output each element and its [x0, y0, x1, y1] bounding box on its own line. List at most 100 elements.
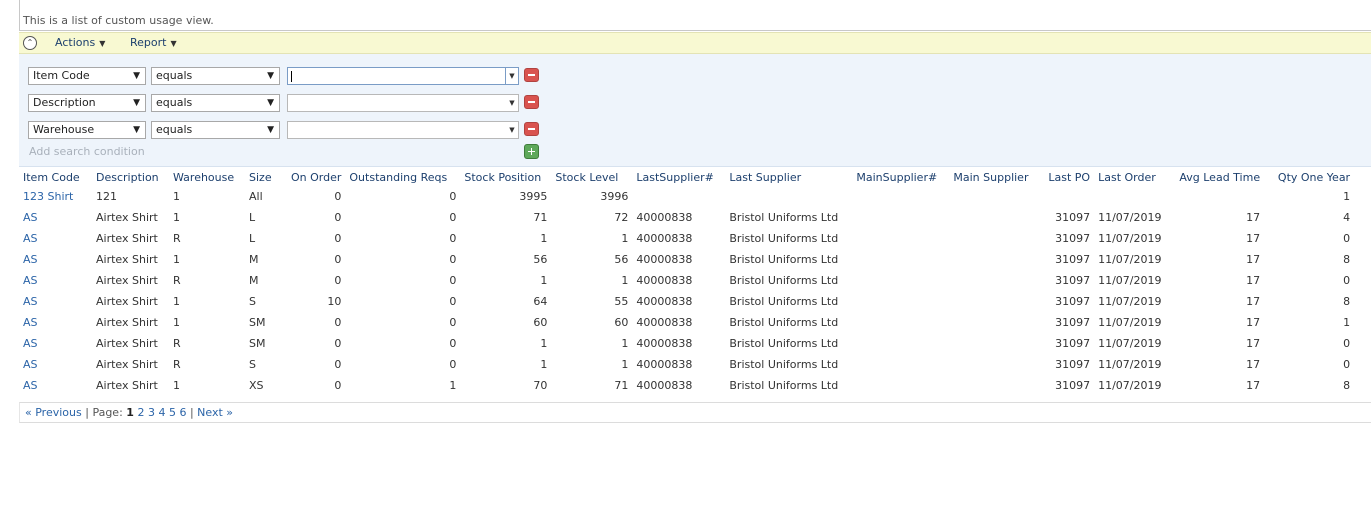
filter-value-combo[interactable]: ▼ — [287, 67, 519, 85]
column-header-stock-level[interactable]: Stock Level — [551, 168, 632, 186]
cell-stock-position: 1 — [540, 337, 548, 350]
page-link[interactable]: 2 — [137, 406, 144, 419]
collapse-icon[interactable]: ⌃ — [23, 36, 37, 50]
cell-stock-level: 1 — [621, 337, 629, 350]
item-code-link[interactable]: AS — [23, 211, 38, 224]
dropdown-arrow-icon[interactable]: ▼ — [506, 122, 518, 138]
add-condition-button[interactable] — [524, 144, 539, 159]
cell-outstanding-reqs: 1 — [449, 379, 457, 392]
column-header-size[interactable]: Size — [245, 168, 287, 186]
next-page-link[interactable]: Next » — [197, 406, 233, 419]
cell-stock-level: 3996 — [600, 190, 629, 203]
remove-condition-button[interactable] — [524, 95, 539, 109]
item-code-link[interactable]: 123 Shirt — [23, 190, 73, 203]
actions-menu[interactable]: Actions ▼ — [55, 36, 105, 49]
pager-separator: | — [189, 406, 194, 419]
cell-on-order: 10 — [327, 295, 342, 308]
cell-warehouse: 1 — [173, 316, 180, 329]
table-row[interactable]: AS Airtex Shirt R S 0 0 1 1 40000838 Bristol Unif… — [19, 354, 1354, 375]
page-link[interactable]: 3 — [148, 406, 155, 419]
column-header-main-supplier-number[interactable]: MainSupplier# — [852, 168, 949, 186]
table-row[interactable]: AS Airtex Shirt 1 L 0 0 71 72 40000838 Bristol Un… — [19, 207, 1354, 228]
filter-operator-select[interactable]: equals ▼ — [151, 67, 280, 85]
table-row[interactable]: AS Airtex Shirt 1 M 0 0 56 56 40000838 Bristol Un… — [19, 249, 1354, 270]
cell-main-supplier-number — [852, 312, 949, 333]
column-header-item-code[interactable]: Item Code — [19, 168, 92, 186]
cell-last-order: 11/07/2019 — [1098, 358, 1162, 371]
cell-last-order: 11/07/2019 — [1098, 295, 1162, 308]
column-header-qty-one-year[interactable]: Qty One Year — [1264, 168, 1354, 186]
table-row[interactable]: 123 Shirt 121 1 All 0 0 3995 3996 1 — [19, 186, 1354, 207]
previous-page-link[interactable]: « Previous — [25, 406, 82, 419]
item-code-link[interactable]: AS — [23, 232, 38, 245]
column-header-last-supplier-number[interactable]: LastSupplier# — [632, 168, 725, 186]
cell-item-code: 123 Shirt — [19, 186, 92, 207]
filter-value-combo[interactable]: ▼ — [287, 94, 519, 112]
filter-operator-select[interactable]: equals ▼ — [151, 121, 280, 139]
filter-field-select[interactable]: Warehouse ▼ — [28, 121, 146, 139]
page-link[interactable]: 5 — [169, 406, 176, 419]
table-row[interactable]: AS Airtex Shirt 1 S 10 0 64 55 40000838 Bristol U… — [19, 291, 1354, 312]
cell-on-order: 0 — [334, 232, 342, 245]
column-header-last-order[interactable]: Last Order — [1094, 168, 1168, 186]
item-code-link[interactable]: AS — [23, 358, 38, 371]
cell-warehouse: R — [173, 274, 181, 287]
pager-separator: | — [85, 406, 89, 419]
item-code-link[interactable]: AS — [23, 379, 38, 392]
cell-qty-one-year: 1 — [1343, 190, 1351, 203]
column-header-last-supplier[interactable]: Last Supplier — [725, 168, 852, 186]
cell-description: Airtex Shirt — [96, 211, 158, 224]
cell-stock-position: 70 — [533, 379, 548, 392]
cell-avg-lead-time: 17 — [1246, 358, 1261, 371]
cell-size: All — [249, 190, 263, 203]
cell-last-order: 11/07/2019 — [1098, 337, 1162, 350]
cell-last-supplier-number: 40000838 — [636, 211, 693, 224]
filter-field-select[interactable]: Item Code ▼ — [28, 67, 146, 85]
table-row[interactable]: AS Airtex Shirt R SM 0 0 1 1 40000838 Bristol Uni… — [19, 333, 1354, 354]
add-search-condition-link[interactable]: Add search condition — [29, 145, 145, 158]
column-header-main-supplier[interactable]: Main Supplier — [949, 168, 1044, 186]
table-row[interactable]: AS Airtex Shirt R M 0 0 1 1 40000838 Bristol Unif… — [19, 270, 1354, 291]
cell-description: Airtex Shirt — [96, 295, 158, 308]
table-row[interactable]: AS Airtex Shirt 1 XS 0 1 70 71 40000838 Bristol U… — [19, 375, 1354, 396]
cell-last-supplier: Bristol Uniforms Ltd — [729, 316, 839, 329]
dropdown-arrow-icon[interactable]: ▼ — [506, 95, 518, 111]
cell-stock-position: 71 — [533, 211, 548, 224]
filter-operator-select[interactable]: equals ▼ — [151, 94, 280, 112]
cell-stock-level: 1 — [621, 232, 629, 245]
item-code-link[interactable]: AS — [23, 337, 38, 350]
column-header-stock-position[interactable]: Stock Position — [460, 168, 551, 186]
report-menu[interactable]: Report ▼ — [130, 36, 177, 49]
column-header-avg-lead-time[interactable]: Avg Lead Time — [1168, 168, 1264, 186]
cell-warehouse: 1 — [173, 295, 180, 308]
item-code-link[interactable]: AS — [23, 295, 38, 308]
column-header-outstanding-reqs[interactable]: Outstanding Reqs — [345, 168, 460, 186]
remove-condition-button[interactable] — [524, 68, 539, 82]
cell-qty-one-year: 0 — [1343, 232, 1351, 245]
cell-size: XS — [249, 379, 264, 392]
column-header-description[interactable]: Description — [92, 168, 169, 186]
filter-field-select[interactable]: Description ▼ — [28, 94, 146, 112]
item-code-link[interactable]: AS — [23, 316, 38, 329]
cell-description: Airtex Shirt — [96, 232, 158, 245]
column-header-on-order[interactable]: On Order — [287, 168, 345, 186]
item-code-link[interactable]: AS — [23, 253, 38, 266]
table-row[interactable]: AS Airtex Shirt 1 SM 0 0 60 60 40000838 Bristol U… — [19, 312, 1354, 333]
table-row[interactable]: AS Airtex Shirt R L 0 0 1 1 40000838 Bristol Unif… — [19, 228, 1354, 249]
filter-value-combo[interactable]: ▼ — [287, 121, 519, 139]
search-conditions-panel: Item Code ▼ equals ▼ ▼ Description ▼ equals… — [19, 54, 1371, 167]
page-label: Page: — [92, 406, 123, 419]
page-link[interactable]: 4 — [158, 406, 165, 419]
cell-main-supplier — [949, 186, 1044, 207]
dropdown-arrow-icon[interactable]: ▼ — [505, 68, 518, 84]
item-code-link[interactable]: AS — [23, 274, 38, 287]
dropdown-arrow-icon: ▼ — [133, 125, 140, 135]
cell-qty-one-year: 1 — [1343, 316, 1351, 329]
page-link[interactable]: 6 — [179, 406, 186, 419]
cell-main-supplier — [949, 291, 1044, 312]
column-header-last-po[interactable]: Last PO — [1044, 168, 1094, 186]
cell-description: Airtex Shirt — [96, 316, 158, 329]
remove-condition-button[interactable] — [524, 122, 539, 136]
dropdown-arrow-icon: ▼ — [133, 71, 140, 81]
column-header-warehouse[interactable]: Warehouse — [169, 168, 245, 186]
